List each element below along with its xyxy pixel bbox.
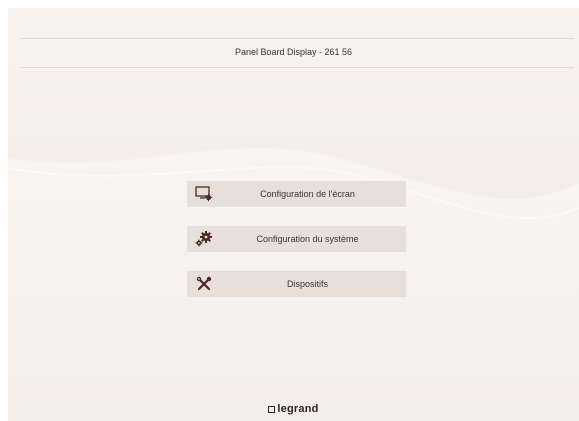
page-title: Panel Board Display - 261 56	[234, 47, 353, 57]
system-configuration-button[interactable]: Configuration du système	[187, 226, 406, 252]
screen-settings-icon	[187, 181, 221, 207]
tools-icon	[187, 271, 221, 297]
system-configuration-label: Configuration du système	[256, 234, 359, 244]
devices-button[interactable]: Dispositifs	[187, 271, 406, 297]
screen-configuration-button[interactable]: Configuration de l'écran	[187, 181, 406, 207]
legrand-logo: legrand	[8, 403, 579, 415]
app-screen: Panel Board Display - 261 56 Configurati…	[8, 8, 579, 421]
brand-name: legrand	[277, 403, 319, 415]
screen-configuration-label: Configuration de l'écran	[260, 189, 355, 199]
logo-square-icon	[268, 406, 276, 413]
header-divider-bottom	[20, 67, 574, 68]
devices-label: Dispositifs	[286, 279, 328, 289]
background-wave	[8, 148, 579, 421]
gears-icon	[187, 226, 221, 252]
header-divider-top	[20, 38, 574, 39]
